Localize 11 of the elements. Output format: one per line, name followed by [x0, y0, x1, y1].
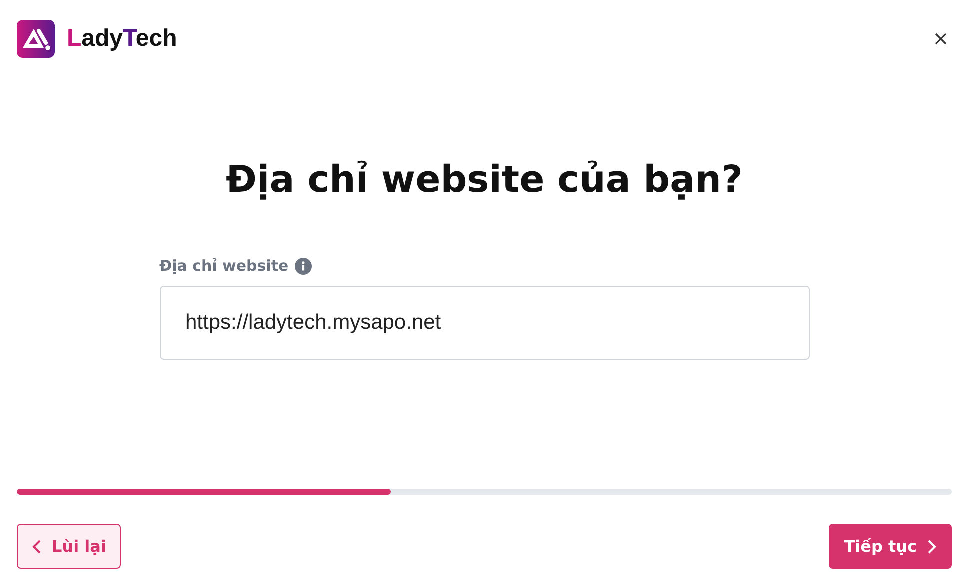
next-button[interactable]: Tiếp tục [829, 524, 952, 569]
back-button[interactable]: Lùi lại [17, 524, 122, 569]
field-label: Địa chỉ website [160, 257, 289, 275]
logo-icon [17, 20, 55, 58]
website-field[interactable]: https://ladytech.mysapo.net [160, 286, 810, 360]
chevron-left-icon [32, 538, 42, 554]
brand-name: LadyTech [67, 25, 178, 53]
chevron-right-icon [927, 538, 937, 554]
info-icon [294, 258, 312, 274]
close-icon [934, 32, 948, 46]
page-title: Địa chỉ website của bạn? [226, 158, 743, 201]
